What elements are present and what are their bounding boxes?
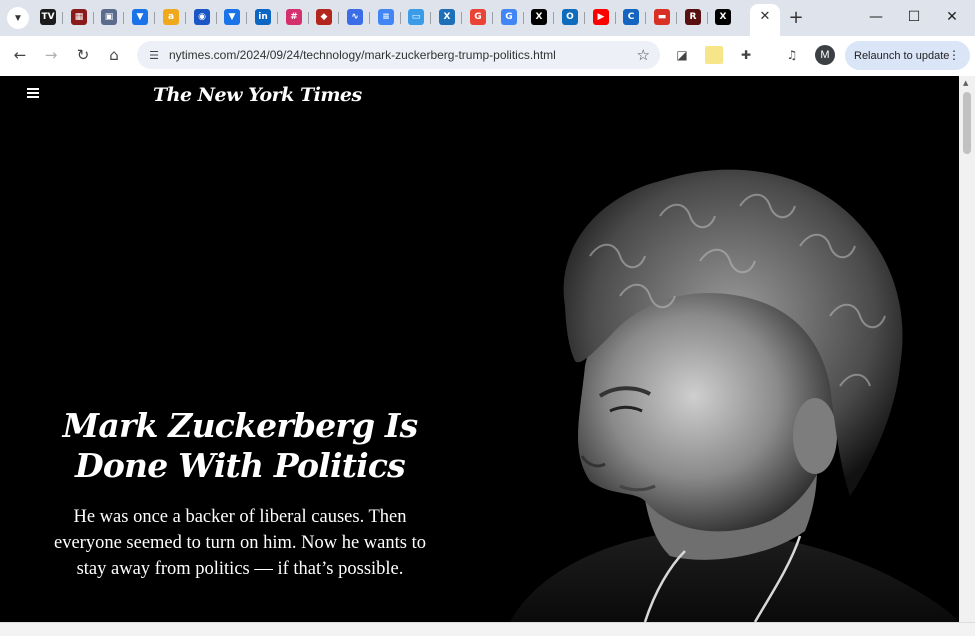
x-favicon-icon[interactable]: X	[531, 9, 547, 25]
tab-separator	[707, 12, 708, 24]
browser-toolbar: ← → ↻ ⌂ ☰ nytimes.com/2024/09/24/technol…	[0, 36, 975, 76]
summary-line-2: everyone seemed to turn on him. Now he w…	[54, 533, 426, 553]
cbs-favicon-icon[interactable]: ◉	[194, 9, 210, 25]
menu-icon[interactable]	[27, 88, 39, 98]
c-favicon-icon[interactable]: C	[623, 9, 639, 25]
tab-separator	[277, 12, 278, 24]
tab-separator	[93, 12, 94, 24]
forward-button[interactable]: →	[40, 44, 62, 66]
tab-separator	[400, 12, 401, 24]
reload-button[interactable]: ↻	[72, 44, 94, 66]
shield-favicon-icon[interactable]: ◆	[316, 9, 332, 25]
youtube-favicon-icon[interactable]: ▶	[593, 9, 609, 25]
tab-separator	[185, 12, 186, 24]
tab-separator	[338, 12, 339, 24]
nyt-logo[interactable]: The New York Times	[153, 84, 362, 106]
tab-separator	[308, 12, 309, 24]
tab-separator	[246, 12, 247, 24]
scroll-up-icon[interactable]: ▲	[963, 79, 968, 87]
grid-favicon-icon[interactable]: ▣	[101, 9, 117, 25]
close-window-button[interactable]: ✕	[940, 6, 964, 28]
headline-line-1: Mark Zuckerberg Is	[62, 406, 419, 445]
linkedin-favicon-icon[interactable]: in	[255, 9, 271, 25]
docs-favicon-icon[interactable]: ≡	[378, 9, 394, 25]
article-summary: He was once a backer of liberal causes. …	[30, 504, 450, 582]
headline-line-2: Done With Politics	[75, 446, 406, 485]
film-favicon-icon[interactable]: ▦	[71, 9, 87, 25]
pocket-favicon-icon[interactable]: ▼	[132, 9, 148, 25]
tab-separator	[369, 12, 370, 24]
tab-search-button[interactable]: ▼	[7, 7, 29, 29]
hero-portrait-image	[510, 169, 959, 622]
tab-separator	[523, 12, 524, 24]
tab-separator	[584, 12, 585, 24]
home-button[interactable]: ⌂	[103, 44, 125, 66]
close-tab-icon[interactable]: ✕	[757, 8, 773, 24]
calendar-favicon-icon[interactable]: ▭	[408, 9, 424, 25]
summary-line-3: stay away from politics — if that’s poss…	[76, 559, 404, 579]
address-bar[interactable]: ☰ nytimes.com/2024/09/24/technology/mark…	[137, 41, 660, 69]
tab-strip: ▼ TV ▦ ▣ ▼ a ◉ ▼ in # ◆ ∿ ≡ ▭ X G G X O ▶ C ▬ R X ✕ + — ☐ ✕	[0, 0, 975, 36]
tab-separator	[123, 12, 124, 24]
article-headline: Mark Zuckerberg Is Done With Politics	[40, 406, 440, 486]
extension-icon[interactable]: ◪	[673, 46, 691, 64]
back-button[interactable]: ←	[9, 44, 31, 66]
summary-line-1: He was once a backer of liberal causes. …	[73, 507, 407, 527]
site-info-icon[interactable]: ☰	[146, 47, 162, 63]
chevron-down-icon: ▼	[13, 12, 23, 24]
tab-separator	[461, 12, 462, 24]
relaunch-label: Relaunch to update	[854, 49, 950, 62]
notes-extension-icon[interactable]	[705, 46, 723, 64]
maximize-button[interactable]: ☐	[902, 6, 926, 28]
minimize-button[interactable]: —	[864, 6, 888, 28]
page-scrollbar[interactable]: ▲	[959, 76, 975, 622]
tab-separator	[492, 12, 493, 24]
media-controls-icon[interactable]: ♫	[783, 46, 801, 64]
tab-separator	[645, 12, 646, 24]
outlook-favicon-icon[interactable]: O	[562, 9, 578, 25]
tab-separator	[62, 12, 63, 24]
url-text[interactable]: nytimes.com/2024/09/24/technology/mark-z…	[169, 48, 556, 62]
google-favicon-icon[interactable]: G	[470, 9, 486, 25]
google-favicon-icon[interactable]: G	[501, 9, 517, 25]
tab-separator	[553, 12, 554, 24]
tab-separator	[154, 12, 155, 24]
slack-favicon-icon[interactable]: #	[286, 9, 302, 25]
x-circle-favicon-icon[interactable]: X	[439, 9, 455, 25]
amazon-favicon-icon[interactable]: a	[163, 9, 179, 25]
tab-separator	[430, 12, 431, 24]
new-tab-button[interactable]: +	[786, 7, 806, 28]
article-page: The New York Times Mark Zuckerberg Is Do…	[0, 76, 959, 622]
tab-separator	[676, 12, 677, 24]
x-favicon-icon[interactable]: X	[715, 9, 731, 25]
tab-separator	[615, 12, 616, 24]
red-dark-favicon-icon[interactable]: R	[685, 9, 701, 25]
scroll-thumb[interactable]	[963, 92, 971, 154]
tab-separator	[216, 12, 217, 24]
more-options-icon: ⋮	[948, 48, 960, 62]
window-bottom-edge	[0, 622, 975, 636]
relaunch-to-update-button[interactable]: Relaunch to update ⋮	[845, 41, 970, 70]
bookmark-star-icon[interactable]: ☆	[637, 46, 650, 64]
puzzle-extensions-icon[interactable]: ✚	[737, 46, 755, 64]
tv-favicon-icon[interactable]: TV	[40, 9, 56, 25]
profile-avatar[interactable]: M	[815, 45, 835, 65]
pocket-favicon-icon[interactable]: ▼	[224, 9, 240, 25]
news-favicon-icon[interactable]: ▬	[654, 9, 670, 25]
wave-favicon-icon[interactable]: ∿	[347, 9, 363, 25]
